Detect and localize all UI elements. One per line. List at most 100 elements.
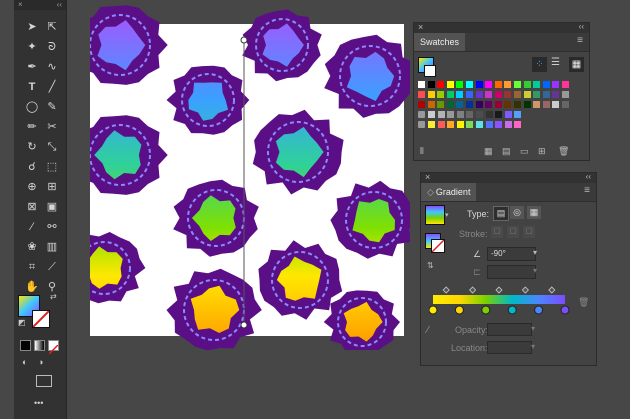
none-mode-icon[interactable] <box>48 340 59 355</box>
curvature-tool-icon[interactable]: ∿ <box>42 58 62 76</box>
gradient-midpoint[interactable] <box>521 286 529 294</box>
gradient-midpoint[interactable] <box>442 286 450 294</box>
slice-tool-icon[interactable]: ⟋ <box>42 258 62 276</box>
swatch[interactable] <box>447 121 455 128</box>
blend-tool-icon[interactable]: ⚯ <box>42 218 62 236</box>
swatch[interactable] <box>542 91 550 98</box>
swatch[interactable] <box>456 101 464 108</box>
swatch[interactable] <box>494 101 502 108</box>
swap-fill-stroke-icon[interactable]: ⇄ <box>50 292 57 301</box>
swatch[interactable] <box>514 111 522 118</box>
gradient-stop[interactable] <box>534 305 544 315</box>
pen-tool-icon[interactable]: ✒ <box>22 58 42 76</box>
type-tool-icon[interactable]: T <box>22 78 42 96</box>
paintbrush-tool-icon[interactable]: ✎ <box>42 98 62 116</box>
stroke-gradient-swatch[interactable] <box>431 239 445 253</box>
swatch[interactable] <box>533 101 541 108</box>
ellipse-tool-icon[interactable]: ◯ <box>22 98 42 116</box>
swatch[interactable] <box>514 91 521 98</box>
gradient-stop[interactable] <box>429 305 438 315</box>
linear-gradient-button[interactable]: ▤ <box>493 206 509 221</box>
swatch[interactable] <box>485 81 493 88</box>
swatch[interactable] <box>437 111 445 118</box>
close-icon[interactable]: × <box>425 172 430 182</box>
color-group-folder-icon[interactable] <box>418 121 425 128</box>
swatch[interactable] <box>495 121 503 128</box>
swatch[interactable] <box>456 111 464 118</box>
delete-swatch-icon[interactable]: 🗑 <box>558 146 569 157</box>
swatch[interactable] <box>514 121 522 128</box>
swatch[interactable] <box>562 81 569 88</box>
collapse-icon[interactable]: ‹‹ <box>579 22 584 31</box>
warp-tool-icon[interactable]: ☌ <box>22 158 42 176</box>
swatch[interactable] <box>523 81 531 88</box>
scissors-tool-icon[interactable]: ✂ <box>42 118 62 136</box>
swatch[interactable] <box>494 81 502 88</box>
draw-mode-icon[interactable]: ◐ <box>22 357 27 367</box>
color-group-folder-icon[interactable] <box>418 111 425 118</box>
collapse-icon[interactable]: ‹‹ <box>586 172 591 181</box>
delete-stop-icon[interactable]: 🗑 <box>578 297 589 308</box>
column-graph-tool-icon[interactable]: ▥ <box>42 238 62 256</box>
grid-view-icon[interactable]: ▦ <box>569 57 584 72</box>
swatch[interactable] <box>418 81 425 88</box>
swatch[interactable] <box>495 111 503 118</box>
stroke-gradient-within-button[interactable]: ▢ <box>491 226 503 238</box>
aspect-dropdown-icon[interactable]: ▾ <box>533 266 537 275</box>
location-dropdown-icon[interactable]: ▾ <box>531 342 535 351</box>
scale-tool-icon[interactable]: ⤡ <box>42 138 62 156</box>
stroke-swatch[interactable] <box>32 310 50 328</box>
gradient-mode-icon[interactable] <box>34 340 45 351</box>
swatch[interactable] <box>446 91 454 98</box>
gradient-midpoint[interactable] <box>495 286 503 294</box>
swatch[interactable] <box>437 91 445 98</box>
swatch[interactable] <box>523 101 531 108</box>
swatch[interactable] <box>475 91 483 98</box>
list-view-icon[interactable]: ☰ <box>551 57 560 68</box>
swatch[interactable] <box>485 121 493 128</box>
opacity-dropdown-icon[interactable]: ▾ <box>531 324 535 333</box>
radial-gradient-button[interactable]: ◎ <box>510 206 524 219</box>
swatch[interactable] <box>446 81 454 88</box>
swatch[interactable] <box>504 111 512 118</box>
line-tool-icon[interactable]: ╱ <box>42 78 62 96</box>
angle-input[interactable]: -90° <box>487 247 536 261</box>
artboard-tool-icon[interactable]: ⌗ <box>22 258 42 276</box>
swatch[interactable] <box>542 81 550 88</box>
swatch[interactable] <box>437 101 445 108</box>
close-icon[interactable]: × <box>18 0 23 9</box>
swatch[interactable] <box>456 81 464 88</box>
swatch[interactable] <box>504 101 512 108</box>
draw-behind-icon[interactable]: ◑ <box>38 357 43 367</box>
gradient-tab[interactable]: ◇ Gradient <box>421 183 477 201</box>
free-transform-tool-icon[interactable]: ⬚ <box>42 158 62 176</box>
angle-dropdown-icon[interactable]: ▾ <box>533 248 537 257</box>
reverse-gradient-icon[interactable]: ⇅ <box>427 261 434 270</box>
panel-menu-icon[interactable]: ≡ <box>584 185 590 196</box>
gradient-annotator-end[interactable] <box>240 321 248 329</box>
new-swatch-icon[interactable]: ⊞ <box>538 146 546 157</box>
swatch[interactable] <box>542 101 550 108</box>
swatch[interactable] <box>562 101 569 108</box>
gradient-slider[interactable] <box>429 283 589 317</box>
swatch[interactable] <box>466 111 474 118</box>
swatch[interactable] <box>428 121 435 128</box>
swatch[interactable] <box>485 111 493 118</box>
swatch[interactable] <box>428 111 435 118</box>
swatch[interactable] <box>485 91 493 98</box>
swatch-options-icon[interactable]: ▤ <box>502 146 511 157</box>
swatch[interactable] <box>456 91 464 98</box>
gradient-tool-icon[interactable]: ▣ <box>42 198 62 216</box>
gradient-stop[interactable] <box>481 305 491 315</box>
gradient-midpoint[interactable] <box>469 286 477 294</box>
hand-tool-icon[interactable]: ✋ <box>22 278 42 296</box>
swatch[interactable] <box>476 111 483 118</box>
close-icon[interactable]: × <box>418 22 423 32</box>
swatch[interactable] <box>475 101 483 108</box>
swatch[interactable] <box>552 91 560 98</box>
stroke-gradient-across-button[interactable]: ▢ <box>523 226 535 238</box>
gradient-stop[interactable] <box>507 305 517 315</box>
swatch[interactable] <box>418 91 425 98</box>
swatch[interactable] <box>456 121 464 128</box>
magic-wand-tool-icon[interactable]: ✦ <box>22 38 42 56</box>
